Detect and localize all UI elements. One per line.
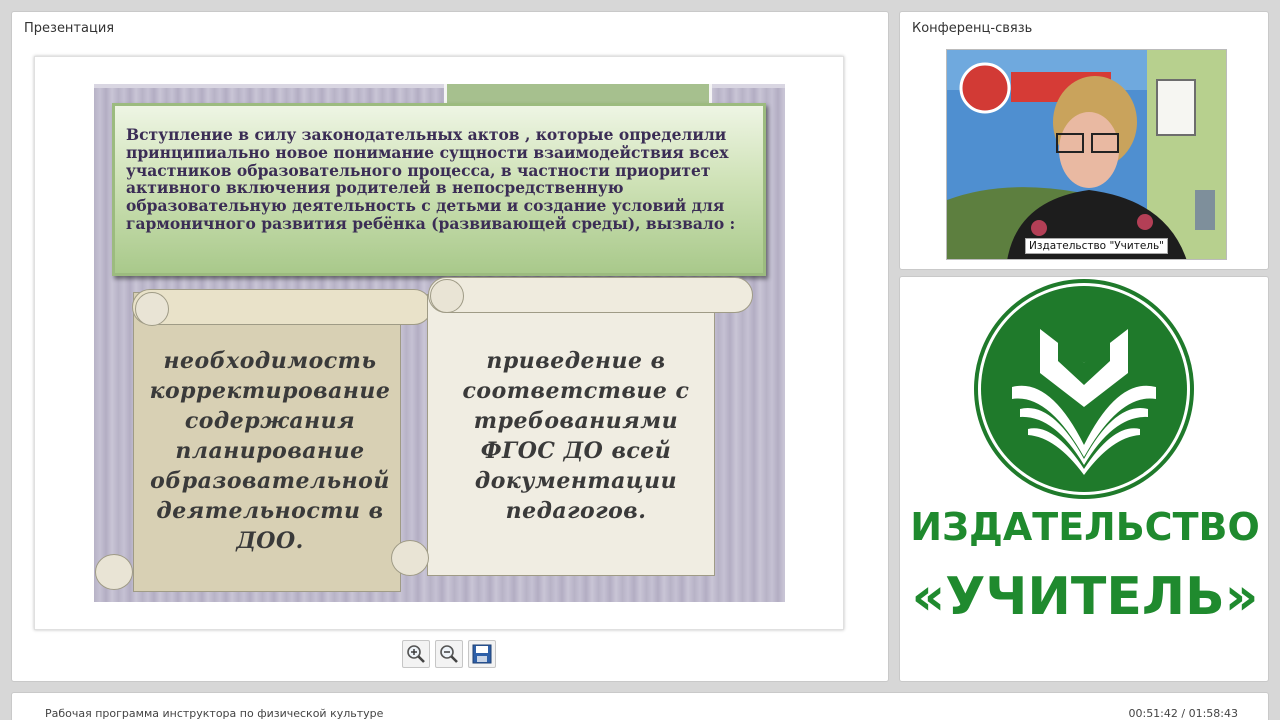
left-scroll-roll <box>132 289 432 325</box>
right-scroll-line: требованиями <box>473 408 679 434</box>
slide-frame: Вступление в силу законодательных актов … <box>34 56 844 630</box>
slide-heading-text: Вступление в силу законодательных актов … <box>126 125 736 233</box>
right-scroll-curl-top <box>430 279 464 313</box>
zoom-in-icon <box>407 645 425 663</box>
left-scroll-line: корректирование <box>149 378 391 404</box>
slide-heading-box: Вступление в силу законодательных актов … <box>112 103 766 276</box>
logo-line-1: ИЗДАТЕЛЬСТВО <box>910 505 1260 549</box>
left-scroll-curl-bottom <box>95 554 133 590</box>
left-scroll-line: содержания <box>184 408 356 434</box>
conference-title: Конференц-связь <box>912 21 1033 36</box>
right-scroll-line: соответствие с <box>462 378 690 404</box>
right-scroll-line: документации <box>474 468 678 494</box>
right-scroll-roll <box>428 277 753 313</box>
right-scroll-text: приведение в соответствие с требованиями… <box>436 346 716 526</box>
left-scroll-line: необходимость <box>163 348 377 374</box>
conference-panel: Конференц-связь Издательство "Учитель" <box>899 11 1269 270</box>
video-feed: Издательство "Учитель" <box>946 49 1227 260</box>
zoom-in-button[interactable] <box>402 640 430 668</box>
right-scroll-line: приведение в <box>486 348 666 374</box>
slide-top-green-bar <box>444 84 712 104</box>
playback-time: 00:51:42 / 01:58:43 <box>1128 707 1238 720</box>
save-icon <box>472 644 492 664</box>
logo-panel: ИЗДАТЕЛЬСТВО «УЧИТЕЛЬ» <box>899 276 1269 682</box>
left-scroll-line: ДОО. <box>236 528 304 554</box>
presentation-title: Презентация <box>24 21 115 36</box>
left-scroll-line: планирование <box>175 438 365 464</box>
left-scroll-line: образовательной <box>150 468 390 494</box>
footer-bar: Рабочая программа инструктора по физичес… <box>11 692 1269 720</box>
zoom-out-icon <box>440 645 458 663</box>
right-scroll-line: педагогов. <box>505 498 647 524</box>
left-scroll-text: необходимость корректирование содержания… <box>136 346 404 556</box>
left-scroll-curl-top <box>135 292 169 326</box>
slide: Вступление в силу законодательных актов … <box>94 84 785 602</box>
publisher-logo-icon <box>974 279 1194 499</box>
presentation-panel: Презентация Вступление в силу законодате… <box>11 11 889 682</box>
logo-line-2: «УЧИТЕЛЬ» <box>911 567 1259 627</box>
right-scroll-line: ФГОС ДО всей <box>480 438 672 464</box>
video-caption: Издательство "Учитель" <box>1025 238 1169 254</box>
zoom-out-button[interactable] <box>435 640 463 668</box>
left-scroll-line: деятельности в <box>156 498 384 524</box>
recording-title: Рабочая программа инструктора по физичес… <box>45 707 384 720</box>
webcam-image <box>947 50 1226 259</box>
save-button[interactable] <box>468 640 496 668</box>
